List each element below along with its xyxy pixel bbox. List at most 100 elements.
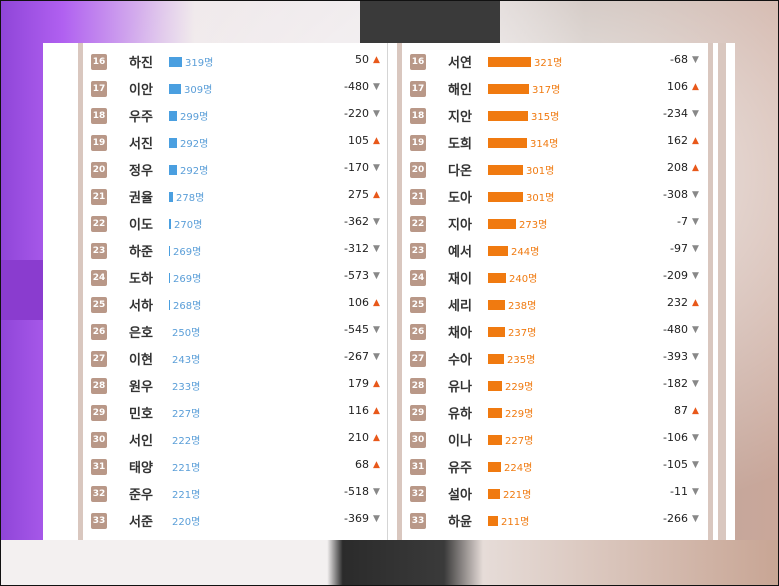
count-label: 221명: [503, 490, 532, 501]
count-label: 237명: [508, 328, 537, 339]
list-item[interactable]: 24 재이 240명 -209 ▼: [410, 264, 700, 291]
count-bar: [488, 84, 529, 94]
list-item[interactable]: 28 원우 233명 179 ▲: [91, 372, 381, 399]
list-item[interactable]: 18 우주 299명 -220 ▼: [91, 102, 381, 129]
name-label[interactable]: 서준: [129, 511, 153, 530]
name-label[interactable]: 준우: [129, 484, 153, 503]
count-bar: [488, 138, 527, 148]
list-item[interactable]: 21 권율 278명 275 ▲: [91, 183, 381, 210]
list-item[interactable]: 31 유주 224명 -105 ▼: [410, 453, 700, 480]
list-item[interactable]: 18 지안 315명 -234 ▼: [410, 102, 700, 129]
count-bar: [169, 246, 170, 256]
rank-badge: 30: [91, 432, 107, 448]
name-label[interactable]: 태양: [129, 457, 153, 476]
name-label[interactable]: 우주: [129, 106, 153, 125]
name-label[interactable]: 도하: [129, 268, 153, 287]
rank-change-value: 106: [348, 296, 369, 309]
list-item[interactable]: 31 태양 221명 68 ▲: [91, 453, 381, 480]
name-label[interactable]: 이안: [129, 79, 153, 98]
name-label[interactable]: 서진: [129, 133, 153, 152]
list-item[interactable]: 22 지아 273명 -7 ▼: [410, 210, 700, 237]
name-label[interactable]: 도아: [448, 187, 472, 206]
name-label[interactable]: 수아: [448, 349, 472, 368]
list-item[interactable]: 19 서진 292명 105 ▲: [91, 129, 381, 156]
list-item[interactable]: 22 이도 270명 -362 ▼: [91, 210, 381, 237]
list-item[interactable]: 23 하준 269명 -312 ▼: [91, 237, 381, 264]
name-label[interactable]: 서하: [129, 295, 153, 314]
list-item[interactable]: 20 정우 292명 -170 ▼: [91, 156, 381, 183]
arrow-down-icon: ▼: [692, 271, 699, 281]
count-bar: [488, 219, 516, 229]
list-item[interactable]: 30 서인 222명 210 ▲: [91, 426, 381, 453]
list-item[interactable]: 29 유하 229명 87 ▲: [410, 399, 700, 426]
name-label[interactable]: 해인: [448, 79, 472, 98]
name-label[interactable]: 채아: [448, 322, 472, 341]
rank-badge: 21: [410, 189, 426, 205]
list-item[interactable]: 32 설아 221명 -11 ▼: [410, 480, 700, 507]
name-label[interactable]: 정우: [129, 160, 153, 179]
name-label[interactable]: 세리: [448, 295, 472, 314]
count-bar: [488, 111, 528, 121]
list-item[interactable]: 30 이나 227명 -106 ▼: [410, 426, 700, 453]
list-item[interactable]: 27 이현 243명 -267 ▼: [91, 345, 381, 372]
name-label[interactable]: 다온: [448, 160, 472, 179]
list-item[interactable]: 27 수아 235명 -393 ▼: [410, 345, 700, 372]
list-item[interactable]: 33 서준 220명 -369 ▼: [91, 507, 381, 534]
count-bar: [488, 273, 506, 283]
arrow-up-icon: ▲: [373, 433, 380, 443]
list-item[interactable]: 29 민호 227명 116 ▲: [91, 399, 381, 426]
name-label[interactable]: 예서: [448, 241, 472, 260]
rank-badge: 25: [91, 297, 107, 313]
name-label[interactable]: 원우: [129, 376, 153, 395]
name-label[interactable]: 지안: [448, 106, 472, 125]
name-label[interactable]: 하진: [129, 52, 153, 71]
name-label[interactable]: 지아: [448, 214, 472, 233]
rank-change-value: -369: [344, 512, 369, 525]
name-label[interactable]: 유주: [448, 457, 472, 476]
count-label: 315명: [531, 112, 560, 123]
list-item[interactable]: 16 하진 319명 50 ▲: [91, 48, 381, 75]
name-label[interactable]: 이나: [448, 430, 472, 449]
count-label: 211명: [501, 517, 530, 528]
count-bar: [488, 462, 501, 472]
list-item[interactable]: 19 도희 314명 162 ▲: [410, 129, 700, 156]
list-item[interactable]: 17 이안 309명 -480 ▼: [91, 75, 381, 102]
list-item[interactable]: 26 채아 237명 -480 ▼: [410, 318, 700, 345]
list-item[interactable]: 26 은호 250명 -545 ▼: [91, 318, 381, 345]
count-label: 292명: [180, 139, 209, 150]
name-label[interactable]: 유나: [448, 376, 472, 395]
name-label[interactable]: 재이: [448, 268, 472, 287]
list-item[interactable]: 25 서하 268명 106 ▲: [91, 291, 381, 318]
list-item[interactable]: 23 예서 244명 -97 ▼: [410, 237, 700, 264]
name-label[interactable]: 권율: [129, 187, 153, 206]
name-label[interactable]: 유하: [448, 403, 472, 422]
name-label[interactable]: 서연: [448, 52, 472, 71]
arrow-down-icon: ▼: [692, 109, 699, 119]
rank-badge: 30: [410, 432, 426, 448]
name-label[interactable]: 도희: [448, 133, 472, 152]
name-label[interactable]: 은호: [129, 322, 153, 341]
arrow-down-icon: ▼: [692, 433, 699, 443]
rank-change-value: -170: [344, 161, 369, 174]
list-item[interactable]: 32 준우 221명 -518 ▼: [91, 480, 381, 507]
name-label[interactable]: 하준: [129, 241, 153, 260]
name-label[interactable]: 이도: [129, 214, 153, 233]
list-item[interactable]: 16 서연 321명 -68 ▼: [410, 48, 700, 75]
arrow-up-icon: ▲: [692, 163, 699, 173]
background-dark-shape: [360, 0, 500, 45]
list-item[interactable]: 24 도하 269명 -573 ▼: [91, 264, 381, 291]
list-item[interactable]: 28 유나 229명 -182 ▼: [410, 372, 700, 399]
name-label[interactable]: 민호: [129, 403, 153, 422]
count-bar: [169, 84, 181, 94]
list-item[interactable]: 17 해인 317명 106 ▲: [410, 75, 700, 102]
name-label[interactable]: 이현: [129, 349, 153, 368]
rank-badge: 17: [91, 81, 107, 97]
list-item[interactable]: 25 세리 238명 232 ▲: [410, 291, 700, 318]
name-label[interactable]: 서인: [129, 430, 153, 449]
name-label[interactable]: 설아: [448, 484, 472, 503]
name-label[interactable]: 하윤: [448, 511, 472, 530]
list-item[interactable]: 21 도아 301명 -308 ▼: [410, 183, 700, 210]
list-item[interactable]: 33 하윤 211명 -266 ▼: [410, 507, 700, 534]
list-item[interactable]: 20 다온 301명 208 ▲: [410, 156, 700, 183]
rank-change-value: 68: [355, 458, 369, 471]
